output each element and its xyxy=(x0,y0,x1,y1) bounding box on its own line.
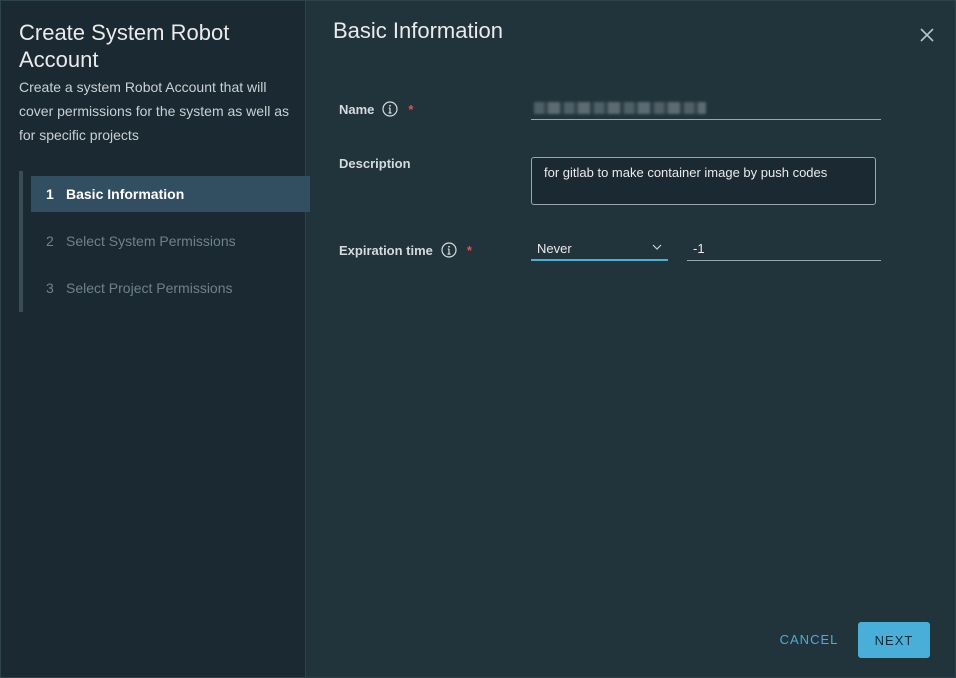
close-icon xyxy=(920,28,934,42)
next-button[interactable]: NEXT xyxy=(858,622,930,658)
description-label: Description xyxy=(339,156,411,171)
page-title: Basic Information xyxy=(333,18,503,43)
required-marker: * xyxy=(408,101,414,117)
chevron-down-icon xyxy=(652,244,662,250)
wizard-description: Create a system Robot Account that will … xyxy=(19,79,289,143)
description-label-row: Description xyxy=(339,156,411,171)
step-label: Select Project Permissions xyxy=(66,280,233,296)
step-basic-information[interactable]: 1 Basic Information xyxy=(31,176,310,212)
step-label: Select System Permissions xyxy=(66,233,236,249)
step-number: 2 xyxy=(46,233,54,249)
required-marker: * xyxy=(466,242,472,258)
cancel-button[interactable]: CANCEL xyxy=(778,632,840,650)
wizard-steps: 1 Basic Information 2 Select System Perm… xyxy=(19,171,310,312)
wizard-sidebar: Create System Robot Account Create a sys… xyxy=(1,1,310,677)
description-textarea[interactable]: for gitlab to make container image by pu… xyxy=(531,157,876,205)
expiration-label: Expiration time xyxy=(339,242,433,258)
info-icon[interactable] xyxy=(441,242,457,258)
step-number: 3 xyxy=(46,280,54,296)
wizard-title: Create System Robot Account xyxy=(19,20,230,72)
info-icon[interactable] xyxy=(382,101,399,117)
close-button[interactable] xyxy=(917,25,937,45)
expiration-days-input[interactable]: -1 xyxy=(687,237,881,261)
wizard-content: Basic Information Name * Description for… xyxy=(306,1,955,677)
redacted-name xyxy=(534,102,706,114)
name-input[interactable] xyxy=(531,96,881,120)
expiration-select[interactable]: Never xyxy=(531,237,668,261)
step-label: Basic Information xyxy=(66,186,185,202)
expiration-selected-value: Never xyxy=(537,241,572,256)
name-label: Name xyxy=(339,101,375,117)
step-number: 1 xyxy=(46,186,54,202)
step-select-project-permissions[interactable]: 3 Select Project Permissions xyxy=(31,270,310,306)
step-select-system-permissions[interactable]: 2 Select System Permissions xyxy=(31,223,310,259)
expiration-label-row: Expiration time * xyxy=(339,242,472,258)
modal: Create System Robot Account Create a sys… xyxy=(0,0,956,678)
name-label-row: Name * xyxy=(339,101,413,117)
